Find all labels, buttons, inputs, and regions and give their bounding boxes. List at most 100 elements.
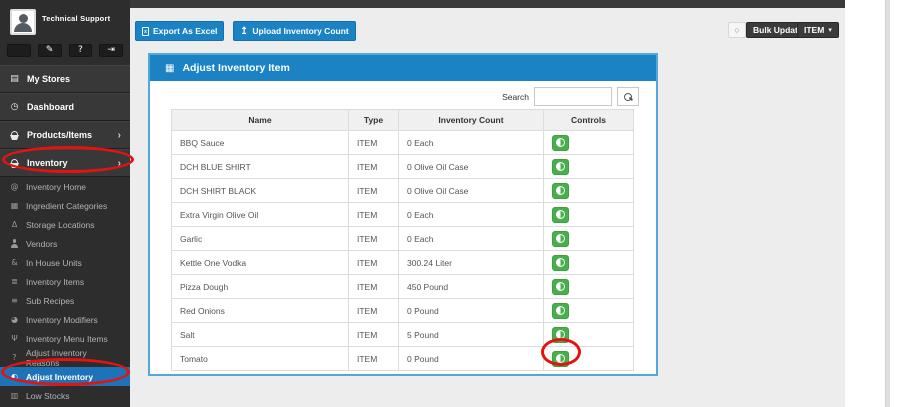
sidebar-item-products-items[interactable]: Products/Items › (0, 121, 130, 149)
sidebar-item-my-stores[interactable]: ▤ My Stores (0, 65, 130, 93)
cell-type: ITEM (348, 346, 399, 371)
bulk-update-label: Bulk Update (753, 25, 803, 35)
sidebar-item-adjust-inventory[interactable]: ◐ Adjust Inventory (0, 367, 130, 386)
sidebar-item-sub-recipes[interactable]: ≡ Sub Recipes (0, 291, 130, 310)
sidebar-item-dashboard[interactable]: ◷ Dashboard (0, 93, 130, 121)
cell-type: ITEM (348, 274, 399, 299)
quick-action-user-button[interactable] (7, 44, 31, 57)
adjust-icon (556, 354, 565, 363)
adjust-inventory-row-button[interactable] (552, 326, 569, 343)
cell-controls (543, 202, 634, 227)
right-margin (845, 0, 898, 407)
sidebar-item-inventory-modifiers[interactable]: ◕ Inventory Modifiers (0, 310, 130, 329)
adjust-inventory-panel: ▦ Adjust Inventory Item Search Name Type I… (148, 53, 658, 376)
table-row-pizza-dough: Pizza Dough ITEM 450 Pound (171, 274, 634, 299)
quick-action-edit-button[interactable]: ✎ (37, 44, 62, 57)
basket-icon (9, 158, 20, 168)
export-as-excel-label: Export As Excel (153, 26, 218, 36)
stack-icon: ≡ (11, 295, 18, 305)
sidebar-item-in-house-units[interactable]: & In House Units (0, 253, 130, 272)
excel-file-icon: x (142, 26, 149, 36)
search-button[interactable] (617, 87, 639, 106)
refresh-button[interactable]: ○ (728, 22, 746, 38)
table-row-red-onions: Red Onions ITEM 0 Pound (171, 298, 634, 323)
adjust-icon (556, 186, 565, 195)
cell-name: Tomato (171, 346, 349, 371)
adjust-inventory-row-button[interactable] (552, 134, 569, 151)
profile-section: Technical Support (0, 0, 130, 40)
tomato-adjust-button[interactable] (552, 350, 569, 367)
search-icon (624, 92, 632, 101)
scrollbar-track[interactable] (885, 0, 890, 407)
cell-type: ITEM (348, 226, 399, 251)
sidebar-item-label: Inventory Modifiers (26, 314, 98, 325)
basket-icon (9, 130, 20, 140)
cell-name: BBQ Sauce (171, 130, 349, 155)
cell-count: 5 Pound (398, 322, 544, 347)
caret-down-icon: ▾ (828, 26, 832, 34)
cell-controls (543, 274, 634, 299)
search-label: Search (502, 91, 529, 102)
adjust-inventory-row-button[interactable] (552, 278, 569, 295)
table-row-dch-blue-shirt: DCH BLUE SHIRT ITEM 0 Olive Oil Case (171, 154, 634, 179)
cell-type: ITEM (348, 298, 399, 323)
person-icon (9, 239, 20, 248)
upload-inventory-count-button[interactable]: ↥ Upload Inventory Count (233, 21, 356, 41)
sidebar-item-label: Inventory Items (26, 276, 85, 287)
sidebar-item-inventory-items[interactable]: ≣ Inventory Items (0, 272, 130, 291)
cell-type: ITEM (348, 154, 399, 179)
sidebar-item-inventory-menu-items[interactable]: Ψ Inventory Menu Items (0, 329, 130, 348)
cell-count: 0 Olive Oil Case (398, 178, 544, 203)
cell-name: Salt (171, 322, 349, 347)
sidebar-item-label: Inventory Menu Items (26, 333, 108, 344)
cell-count: 0 Each (398, 226, 544, 251)
adjust-icon (556, 330, 565, 339)
table-row-bbq-sauce: BBQ Sauce ITEM 0 Each (171, 130, 634, 155)
pie-icon: ◕ (11, 314, 18, 324)
adjust-inventory-row-button[interactable] (552, 158, 569, 175)
quick-action-help-button[interactable]: ? (68, 44, 93, 57)
cell-controls (543, 154, 634, 179)
cell-controls (543, 322, 634, 347)
sidebar-item-adjust-inventory-reasons[interactable]: ? Adjust Inventory Reasons (0, 347, 130, 368)
cell-count: 0 Olive Oil Case (398, 154, 544, 179)
profile-name: Technical Support (42, 14, 111, 23)
export-as-excel-button[interactable]: x Export As Excel (135, 21, 225, 41)
sidebar-item-inventory[interactable]: Inventory › (0, 149, 130, 177)
sidebar-item-ingredient-categories[interactable]: ▦ Ingredient Categories (0, 196, 130, 215)
adjust-icon (556, 282, 565, 291)
sidebar-sub-nav: @ Inventory Home ▦ Ingredient Categories Δ St… (0, 177, 130, 405)
top-edge-strip (130, 0, 845, 8)
cell-count: 0 Pound (398, 346, 544, 371)
adjust-inventory-row-button[interactable] (552, 302, 569, 319)
table-row-tomato: Tomato ITEM 0 Pound (171, 346, 634, 371)
app-screen: Technical Support ✎? ⇥ ▤ My Stores ◷ Dashboa… (0, 0, 898, 407)
utensils-icon: Ψ (11, 333, 18, 343)
cell-controls (543, 226, 634, 251)
cell-count: 450 Pound (398, 274, 544, 299)
search-input[interactable] (534, 87, 612, 106)
adjust-inventory-row-button[interactable] (552, 206, 569, 223)
sidebar-item-low-stocks[interactable]: ▥ Low Stocks (0, 386, 130, 405)
adjust-inventory-row-button[interactable] (552, 254, 569, 271)
sidebar-item-vendors[interactable]: Vendors (0, 234, 130, 253)
sidebar-item-storage-locations[interactable]: Δ Storage Locations (0, 215, 130, 234)
item-type-dropdown[interactable]: ITEM ▾ (797, 22, 839, 38)
adjust-icon: ◐ (11, 371, 18, 381)
cell-name: Red Onions (171, 298, 349, 323)
cell-controls (543, 178, 634, 203)
sidebar-item-label: Ingredient Categories (26, 200, 108, 211)
cell-controls (543, 346, 634, 371)
table-row-salt: Salt ITEM 5 Pound (171, 322, 634, 347)
sidebar-item-inventory-home[interactable]: @ Inventory Home (0, 177, 130, 196)
adjust-inventory-row-button[interactable] (552, 182, 569, 199)
chevron-right-icon: › (117, 157, 121, 169)
inventory-table: Name Type Inventory Count Controls BBQ Sauc… (171, 109, 634, 371)
sidebar-item-label: Adjust Inventory Reasons (25, 347, 87, 368)
cell-controls (543, 130, 634, 155)
adjust-icon (556, 234, 565, 243)
adjust-inventory-row-button[interactable] (552, 230, 569, 247)
cell-controls (543, 250, 634, 275)
quick-action-logout-button[interactable]: ⇥ (99, 44, 123, 57)
cell-count: 0 Pound (398, 298, 544, 323)
